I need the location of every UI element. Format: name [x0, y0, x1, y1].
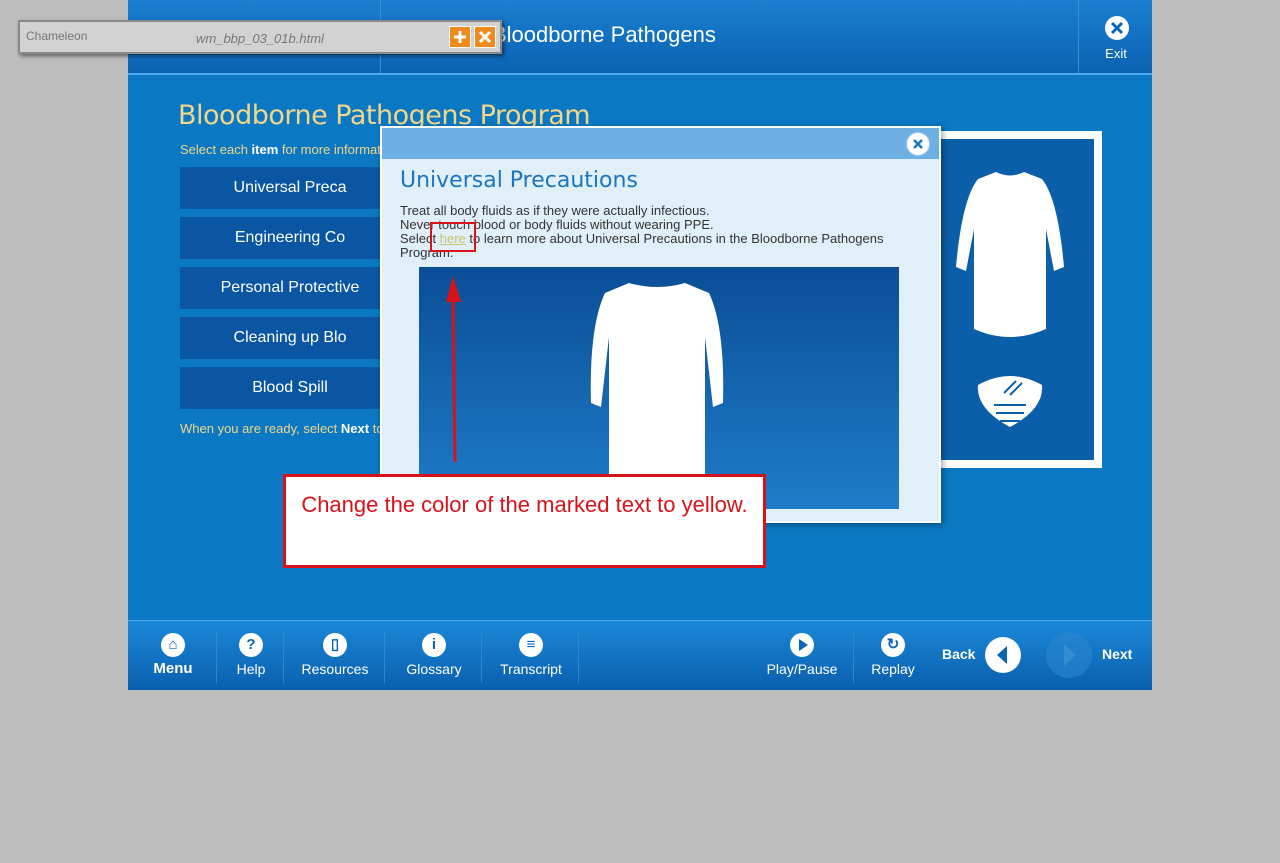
popup-line-3: Select here to learn more about Universa…: [400, 231, 884, 246]
replay-icon: ↻: [881, 633, 905, 657]
ppe-image-panel: [918, 131, 1102, 468]
popup-title: Universal Precautions: [400, 168, 638, 193]
ppe-image: [926, 139, 1094, 460]
close-icon: [478, 30, 492, 44]
annotation-text: Change the color of the marked text to y…: [301, 492, 748, 517]
popup-title-bar: [382, 128, 939, 159]
plus-icon: [454, 31, 466, 43]
course-title: Bloodborne Pathogens: [492, 22, 716, 47]
glossary-label: Glossary: [406, 661, 462, 677]
home-icon: ⌂: [161, 633, 185, 657]
footer-divider: [481, 629, 482, 683]
arrow-right-icon: [1046, 632, 1092, 678]
toolbar-close-button[interactable]: [474, 26, 496, 48]
footer-divider: [853, 629, 854, 683]
help-button[interactable]: ? Help: [224, 621, 278, 690]
ready-text: When you are ready, select Next to: [180, 421, 384, 436]
document-icon: ▯: [323, 633, 347, 657]
close-icon: [913, 139, 923, 149]
transcript-button[interactable]: ≡ Transcript: [492, 621, 570, 690]
back-button[interactable]: Back: [934, 621, 1024, 690]
exit-label: Exit: [1105, 46, 1127, 61]
footer-divider: [384, 629, 385, 683]
help-icon: ?: [239, 633, 263, 657]
menu-button[interactable]: ⌂ Menu: [144, 621, 202, 690]
menu-item-universal-precautions[interactable]: Universal Preca: [180, 167, 400, 209]
transcript-label: Transcript: [500, 661, 562, 677]
gown-image: [419, 267, 899, 509]
next-button[interactable]: Next: [1044, 621, 1144, 690]
menu-label: Menu: [153, 660, 193, 677]
resources-label: Resources: [301, 661, 369, 677]
close-icon: [1105, 16, 1129, 40]
info-icon: i: [422, 633, 446, 657]
next-label: Next: [1102, 646, 1133, 662]
popup-line-1: Treat all body fluids as if they were ac…: [400, 203, 710, 218]
instruction-text: Select each item for more informat: [180, 142, 381, 157]
replay-button[interactable]: ↻ Replay: [864, 621, 922, 690]
help-label: Help: [236, 661, 266, 677]
exit-button[interactable]: Exit: [1078, 0, 1153, 73]
menu-item-cleaning-up-blood[interactable]: Cleaning up Blo: [180, 317, 400, 359]
footer-divider: [283, 629, 284, 683]
expand-button[interactable]: [449, 26, 471, 48]
annotation-arrow: [446, 276, 461, 463]
footer-bar: ⌂ Menu ? Help ▯ Resources i Glossary ≡ T…: [128, 620, 1152, 690]
popup-close-button[interactable]: [906, 132, 930, 156]
editor-toolbar: Chameleon wm_bbp_03_01b.html: [18, 20, 502, 54]
file-name: wm_bbp_03_01b.html: [196, 31, 324, 46]
play-pause-button[interactable]: Play/Pause: [762, 621, 842, 690]
play-icon: [790, 633, 814, 657]
chameleon-logo: Chameleon: [26, 29, 88, 43]
menu-item-engineering-controls[interactable]: Engineering Co: [180, 217, 400, 259]
list-icon: ≡: [519, 633, 543, 657]
footer-divider: [216, 629, 217, 683]
menu-item-ppe[interactable]: Personal Protective: [180, 267, 400, 309]
highlight-marker: [430, 222, 476, 252]
menu-item-blood-spill[interactable]: Blood Spill: [180, 367, 400, 409]
play-pause-label: Play/Pause: [766, 661, 838, 677]
footer-divider: [578, 629, 579, 683]
glossary-button[interactable]: i Glossary: [396, 621, 472, 690]
annotation-box: Change the color of the marked text to y…: [283, 474, 766, 568]
resources-button[interactable]: ▯ Resources: [298, 621, 372, 690]
replay-label: Replay: [871, 661, 915, 677]
back-label: Back: [942, 646, 976, 662]
arrow-left-icon: [985, 637, 1021, 673]
